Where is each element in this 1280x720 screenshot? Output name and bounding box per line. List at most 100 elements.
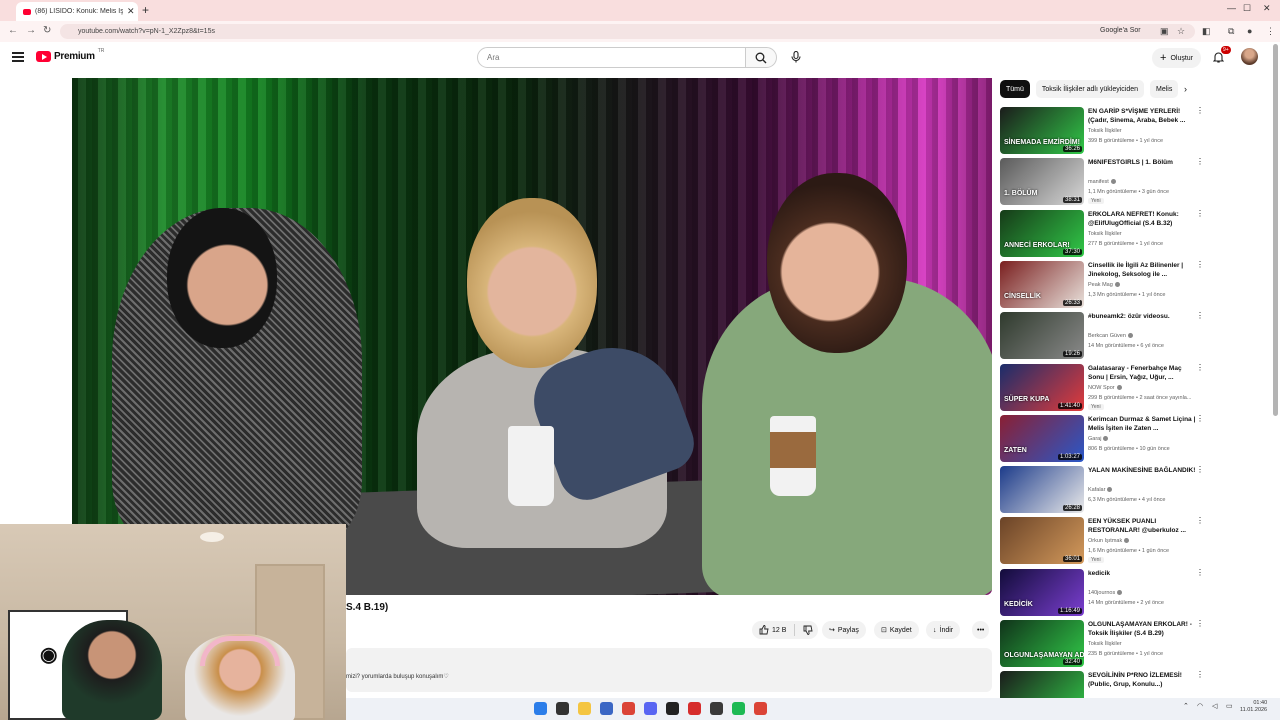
youtube-premium-logo[interactable]: Premium TR	[36, 48, 104, 62]
recommendation-channel[interactable]: manifest	[1088, 179, 1116, 185]
more-options-icon[interactable]: ⋮	[1196, 414, 1204, 422]
forward-arrow-icon[interactable]: →	[26, 25, 36, 36]
more-actions-button[interactable]: •••	[972, 621, 990, 639]
share-button[interactable]: ↪ Paylaş	[822, 621, 866, 639]
chips-next-arrow-icon[interactable]: ›	[1184, 84, 1187, 94]
recommendation-thumbnail[interactable]: KEDİCİK 1:16:49	[1000, 568, 1084, 616]
recommendation-title[interactable]: ERKOLARA NEFRET! Konuk: @ElifUlugOfficia…	[1088, 210, 1196, 228]
create-button[interactable]: + Oluştur	[1152, 48, 1201, 68]
recommendation-thumbnail[interactable]: SÜPER KUPA 1:41:40	[1000, 363, 1084, 411]
recommendation-title[interactable]: YALAN MAKİNESİNE BAĞLANDIK!	[1088, 466, 1196, 475]
recommendation-item[interactable]: SİNEMADA EMZİRDİM! 36:26 EN GARİP S*VİŞME …	[1000, 107, 1204, 155]
minimize-window-button[interactable]: —	[1227, 3, 1236, 13]
recommendation-channel[interactable]: 140journos	[1088, 590, 1123, 596]
dislike-icon[interactable]	[803, 625, 813, 635]
account-avatar[interactable]	[1241, 48, 1258, 65]
recommendation-item[interactable]: 26:28 YALAN MAKİNESİNE BAĞLANDIK! Kafalar 6…	[1000, 466, 1204, 514]
recommendation-item[interactable]: ANNECİ ERKOLAR! 37:30 ERKOLARA NEFRET! Kon…	[1000, 209, 1204, 258]
address-bar[interactable]: youtube.com/watch?v=pN-1_X2Zpz8&t=15s	[60, 24, 1195, 39]
recommendation-item[interactable]: KEDİCİK 1:16:49 kedicik 140journos 14 Mn gör…	[1000, 568, 1204, 617]
recommendation-channel[interactable]: Toksik İlişkiler	[1088, 231, 1122, 237]
recommendation-title[interactable]: Kerimcan Durmaz & Samet Liçina | Melis İ…	[1088, 415, 1196, 433]
chrome-icon-active[interactable]	[754, 702, 767, 715]
discord-icon[interactable]	[644, 702, 657, 715]
more-options-icon[interactable]: ⋮	[1196, 671, 1204, 679]
filter-chip[interactable]: Tümü	[1000, 80, 1030, 98]
more-options-icon[interactable]: ⋮	[1196, 260, 1204, 268]
filter-chip[interactable]: Melis	[1150, 80, 1179, 98]
recommendation-thumbnail[interactable]: OLGUNLAŞAMAYAN ADAMLAR!32:40	[1000, 620, 1084, 667]
recommendation-title[interactable]: EEN YÜKSEK PUANLI RESTORANLAR! @uberkulo…	[1088, 517, 1196, 535]
recommendation-title[interactable]: OLGUNLAŞAMAYAN ERKOLAR! - Toksik İlişkil…	[1088, 620, 1196, 638]
recommendation-title[interactable]: SEVGİLİNİN P*RNO İZLEMESİ! (Public, Grup…	[1088, 671, 1196, 689]
recommendation-channel[interactable]: Berkcan Güven	[1088, 333, 1133, 339]
recommendation-title[interactable]: EN GARİP S*VİŞME YERLERİ! (Çadır, Sinema…	[1088, 107, 1196, 125]
close-window-button[interactable]: ✕	[1263, 3, 1271, 14]
recommendation-item[interactable]: 19:26 #buneamk2: özür videosu. Berkcan Güv…	[1000, 312, 1204, 360]
store-icon[interactable]	[600, 702, 613, 715]
close-tab-icon[interactable]: ✕	[127, 6, 135, 17]
split-view-icon[interactable]: ⧉	[1228, 26, 1234, 37]
back-arrow-icon[interactable]: ←	[8, 25, 18, 36]
browser-tab-youtube[interactable]: (86) LİSİDO: Konuk: Melis İşiten ✕	[16, 2, 138, 21]
recommendation-thumbnail[interactable]: 1. BÖLÜM 38:31	[1000, 158, 1084, 206]
recommendation-item[interactable]: CİNSELLİK 26:33 Cinsellik ile İlgili Az Bi…	[1000, 260, 1204, 309]
system-clock[interactable]: 01:40 11.01.2026	[1240, 700, 1267, 714]
recommendation-thumbnail[interactable]: 26:28	[1000, 466, 1084, 514]
battery-icon[interactable]: ▭	[1226, 702, 1233, 710]
recommendation-channel[interactable]: Garaj	[1088, 436, 1109, 442]
page-scrollbar[interactable]	[1273, 44, 1278, 416]
search-button[interactable]	[745, 47, 777, 68]
more-options-icon[interactable]: ⋮	[1196, 620, 1204, 628]
browser-menu-icon[interactable]: ⋮	[1266, 26, 1275, 37]
reload-icon[interactable]: ↻	[43, 25, 51, 36]
speaker-icon[interactable]: ◁	[1212, 702, 1217, 710]
file-explorer-icon[interactable]	[556, 702, 569, 715]
search-input[interactable]: Ara	[477, 47, 746, 68]
profile-icon[interactable]: ●	[1247, 26, 1252, 36]
recommendation-title[interactable]: kedicik	[1088, 569, 1196, 578]
filter-chip[interactable]: Toksik İlişkiler adlı yükleyiciden	[1035, 80, 1144, 98]
folder-icon[interactable]	[578, 702, 591, 715]
recommendation-thumbnail[interactable]: CİNSELLİK 26:33	[1000, 260, 1084, 308]
recommendation-title[interactable]: #buneamk2: özür videosu.	[1088, 312, 1196, 321]
recommendation-item[interactable]: OLGUNLAŞAMAYAN ADAMLAR!32:40OLGUNLAŞAMAY…	[1000, 620, 1204, 668]
recommendation-thumbnail[interactable]: 36:01	[1000, 517, 1084, 565]
recommendation-thumbnail[interactable]: SİNEMADA EMZİRDİM! 36:26	[1000, 107, 1084, 154]
more-options-icon[interactable]: ⋮	[1196, 107, 1204, 115]
google-ai-button[interactable]: Google'a Sor	[1100, 27, 1141, 34]
recommendation-thumbnail[interactable]: ZATEN 1:03:27	[1000, 414, 1084, 462]
recommendation-channel[interactable]: Peak Mag	[1088, 282, 1120, 288]
cast-icon[interactable]: ▣	[1160, 26, 1169, 37]
download-button[interactable]: ↓ İndir	[926, 621, 961, 639]
save-button[interactable]: ⊡ Kaydet	[874, 621, 919, 639]
recommendation-title[interactable]: M6NIFESTGIRLS | 1. Bölüm	[1088, 158, 1196, 167]
tray-expand-icon[interactable]: ⌃	[1183, 702, 1189, 710]
spotify-icon[interactable]	[732, 702, 745, 715]
more-options-icon[interactable]: ⋮	[1196, 363, 1204, 371]
recommendation-channel[interactable]: Toksik İlişkiler	[1088, 128, 1122, 134]
voice-search-button[interactable]	[786, 47, 806, 67]
wifi-icon[interactable]: ◠	[1197, 702, 1203, 710]
more-options-icon[interactable]: ⋮	[1196, 517, 1204, 525]
recommendation-item[interactable]: 36:01 EEN YÜKSEK PUANLI RESTORANLAR! @ube…	[1000, 517, 1204, 565]
recommendation-item[interactable]: ZATEN 1:03:27 Kerimcan Durmaz & Samet Liçi…	[1000, 414, 1204, 463]
recommendation-item[interactable]: 1. BÖLÜM 38:31 M6NIFESTGIRLS | 1. Bölüm man…	[1000, 158, 1204, 206]
recommendation-item[interactable]: SÜPER KUPA 1:41:40 Galatasaray - Fenerbahç…	[1000, 363, 1204, 412]
recommendation-title[interactable]: Galatasaray - Fenerbahçe Maç Sonu | Ersi…	[1088, 364, 1196, 382]
recommendation-channel[interactable]: Orkun Işıtmak	[1088, 538, 1130, 544]
recommendation-channel[interactable]: Toksik İlişkiler	[1088, 641, 1122, 647]
windows-start-icon[interactable]	[534, 702, 547, 715]
more-options-icon[interactable]: ⋮	[1196, 466, 1204, 474]
app-icon-red[interactable]	[688, 702, 701, 715]
app-icon[interactable]	[666, 702, 679, 715]
recommendation-channel[interactable]: Kafalar	[1088, 487, 1113, 493]
like-icon[interactable]	[759, 625, 769, 635]
more-options-icon[interactable]: ⋮	[1196, 209, 1204, 217]
menu-icon[interactable]	[12, 52, 24, 62]
recommendation-thumbnail[interactable]: 19:26	[1000, 312, 1084, 360]
recommendation-title[interactable]: Cinsellik ile İlgili Az Bilinenler | Jin…	[1088, 261, 1196, 279]
recommendation-channel[interactable]: NOW Spor	[1088, 385, 1122, 391]
more-options-icon[interactable]: ⋮	[1196, 568, 1204, 576]
video-player[interactable]	[72, 78, 992, 595]
